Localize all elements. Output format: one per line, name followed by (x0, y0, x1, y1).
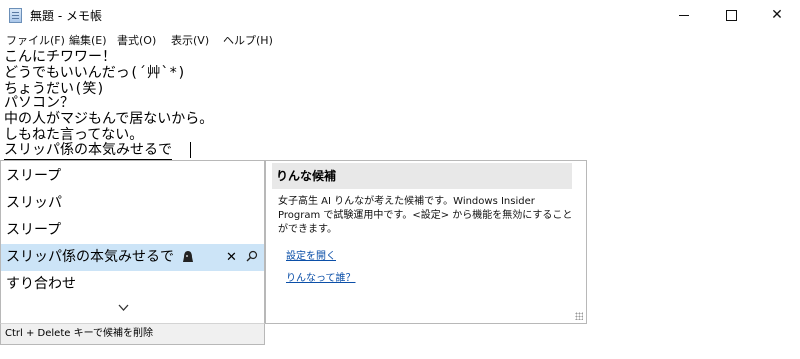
menu-format[interactable]: 書式(O) (117, 32, 156, 48)
suggestion-item[interactable]: スリープ (1, 217, 264, 244)
text-caret (190, 142, 191, 158)
suggestion-label: スリッパ (6, 195, 62, 211)
suggestion-label: スリープ (6, 168, 62, 184)
search-icon[interactable] (246, 250, 258, 262)
open-settings-link[interactable]: 設定を開く (286, 247, 336, 262)
notepad-icon (9, 8, 22, 23)
rinna-panel: りんな候補 女子高生 AI りんなが考えた候補です。Windows Inside… (265, 160, 587, 324)
maximize-button[interactable] (708, 0, 754, 30)
suggestion-footer: Ctrl + Delete キーで候補を削除 (0, 323, 265, 345)
who-is-rinna-link[interactable]: りんなって誰？ (286, 269, 356, 284)
suggestion-item[interactable]: すり合わせ (1, 271, 264, 298)
suggestion-label: すり合わせ (6, 276, 76, 292)
menu-bar: ファイル(F) 編集(E) 書式(O) 表示(V) ヘルプ(H) (0, 30, 800, 49)
editor-line: パソコン？ (4, 95, 74, 111)
composition-text: スリッパ係の本気みせるで (4, 142, 172, 160)
editor-line: こんにチワワー！ (4, 49, 116, 65)
editor-line: 中の人がマジもんで居ないから。 (4, 111, 214, 127)
menu-edit[interactable]: 編集(E) (69, 32, 107, 48)
menu-view[interactable]: 表示(V) (171, 32, 209, 48)
suggestion-item[interactable]: スリッパ (1, 190, 264, 217)
menu-help[interactable]: ヘルプ(H) (223, 32, 273, 48)
rinna-icon (183, 251, 194, 262)
suggestion-item-selected[interactable]: スリッパ係の本気みせるで ✕ (1, 244, 264, 271)
panel-header: りんな候補 (272, 163, 572, 189)
resize-grip[interactable] (575, 312, 583, 320)
panel-description: 女子高生 AI りんなが考えた候補です。Windows Insider Prog… (278, 196, 573, 235)
close-button[interactable]: ✕ (754, 0, 800, 30)
window-title: 無題 - メモ帳 (30, 9, 102, 23)
minimize-button[interactable] (661, 0, 707, 30)
editor-line: どうでもいいんだっ(´艸`*) (4, 65, 186, 81)
maximize-icon (725, 9, 737, 21)
minimize-icon (679, 14, 689, 16)
suggestion-text: スリッパ係の本気みせるで (6, 249, 174, 265)
suggestion-label: スリッパ係の本気みせるで (6, 244, 194, 271)
suggestion-item[interactable]: スリープ (1, 163, 264, 190)
suggestion-label: スリープ (6, 222, 62, 238)
chevron-down-icon[interactable] (118, 302, 129, 313)
menu-file[interactable]: ファイル(F) (6, 32, 65, 48)
suggestion-actions: ✕ (226, 244, 258, 271)
suggestion-list: スリープ スリッパ スリープ スリッパ係の本気みせるで ✕ すり合わせ (0, 160, 265, 345)
title-bar: 無題 - メモ帳 ✕ (0, 0, 800, 30)
remove-suggestion-icon[interactable]: ✕ (226, 250, 237, 265)
close-icon: ✕ (771, 7, 783, 23)
